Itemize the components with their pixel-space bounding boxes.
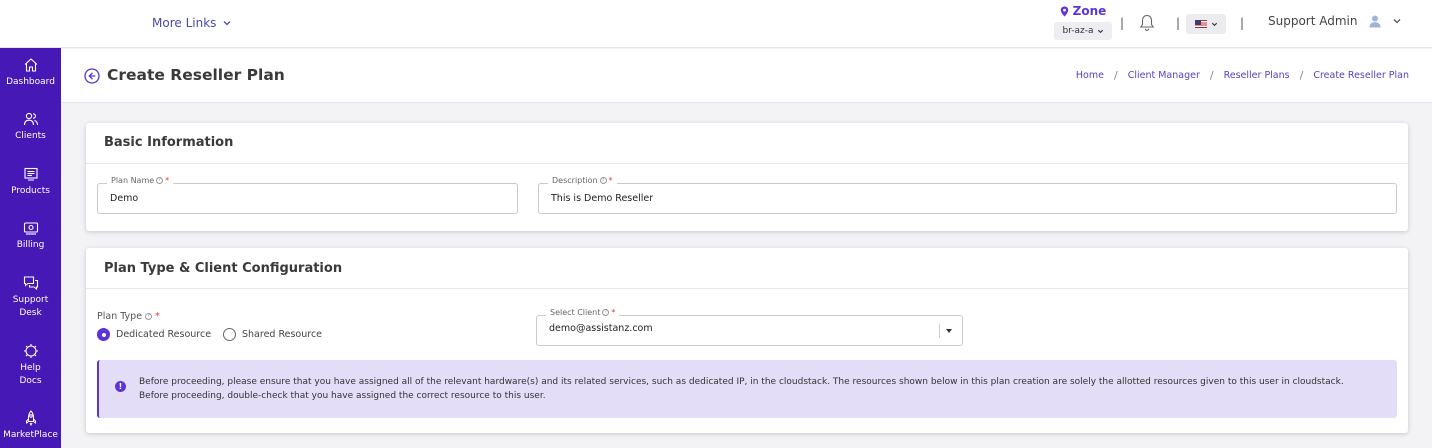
plan-type-label-text: Plan Type (97, 311, 143, 322)
breadcrumb-separator: / (1299, 69, 1304, 82)
description-field: Description ? * (538, 176, 1397, 214)
help-gear-icon (23, 344, 38, 358)
caret-down-icon[interactable] (946, 329, 952, 333)
chevron-down-icon (223, 21, 231, 26)
sidebar-item-billing[interactable]: Billing (0, 220, 61, 252)
divider (86, 163, 1408, 164)
more-links-label: More Links (152, 16, 217, 30)
breadcrumb-current: Create Reseller Plan (1313, 70, 1409, 81)
radio-shared-resource[interactable]: Shared Resource (223, 328, 322, 341)
required-mark: * (608, 176, 613, 185)
header-separator: | (1120, 16, 1125, 30)
zone-value: br-az-a (1062, 26, 1094, 36)
plan-name-label-text: Plan Name (111, 176, 155, 185)
sidebar-item-label: Products (11, 186, 50, 196)
home-icon (24, 58, 37, 72)
zone-heading: Zone (1054, 4, 1112, 18)
more-links-dropdown[interactable]: More Links (152, 16, 232, 30)
radio-label: Dedicated Resource (116, 329, 212, 340)
back-arrow-icon[interactable] (84, 68, 100, 84)
users-icon (23, 112, 38, 126)
breadcrumb-home[interactable]: Home (1076, 70, 1104, 81)
help-icon[interactable]: ? (145, 313, 153, 320)
info-alert: ! Before proceeding, please ensure that … (97, 360, 1397, 418)
header-separator: | (1176, 16, 1181, 30)
breadcrumb-separator: / (1113, 69, 1118, 82)
breadcrumb-reseller-plans[interactable]: Reseller Plans (1224, 70, 1290, 81)
billing-icon (23, 222, 38, 235)
zone-selector: Zone br-az-a (1054, 4, 1112, 40)
sidebar-item-marketplace[interactable]: MarketPlace (0, 410, 61, 442)
alert-message: Before proceeding, please ensure that yo… (139, 377, 1344, 401)
sidebar-item-dashboard[interactable]: Dashboard (0, 57, 61, 89)
header-separator: | (1240, 16, 1245, 30)
sidebar-item-label: Desk (19, 308, 42, 318)
language-dropdown[interactable] (1186, 14, 1226, 34)
required-mark: * (611, 308, 616, 317)
section-title: Basic Information (104, 135, 234, 150)
zone-dropdown[interactable]: br-az-a (1054, 22, 1112, 40)
radio-dedicated-resource[interactable]: Dedicated Resource (97, 328, 211, 341)
sidebar-item-label: Dashboard (6, 77, 55, 87)
sidebar-item-label: Docs (19, 376, 42, 386)
select-divider (939, 324, 940, 338)
us-flag-icon (1194, 20, 1207, 28)
breadcrumb-client-manager[interactable]: Client Manager (1128, 70, 1200, 81)
sidebar-item-products[interactable]: Products (0, 166, 61, 198)
chevron-down-icon (1211, 22, 1217, 26)
description-input[interactable] (551, 193, 1368, 204)
breadcrumb: Home / Client Manager / Reseller Plans /… (1076, 69, 1409, 82)
basic-information-card: Basic Information Plan Name ? * Descript… (86, 123, 1408, 231)
description-label-text: Description (552, 176, 598, 185)
radio-button-checked[interactable] (97, 328, 110, 341)
help-icon[interactable]: ? (602, 309, 610, 316)
section-title: Plan Type & Client Configuration (104, 261, 343, 276)
products-icon (23, 167, 38, 181)
page-header: Create Reseller Plan Home / Client Manag… (61, 49, 1432, 103)
plan-configuration-card: Plan Type & Client Configuration Plan Ty… (86, 248, 1408, 433)
user-avatar-icon (1369, 15, 1380, 28)
select-client-dropdown[interactable]: Select Client ? * demo@assistanz.com (536, 308, 963, 346)
plan-name-input[interactable] (110, 193, 489, 204)
location-pin-icon (1060, 6, 1068, 16)
info-icon: ! (115, 381, 126, 392)
help-icon[interactable]: ? (599, 177, 607, 184)
required-mark: * (155, 311, 160, 322)
select-client-value: demo@assistanz.com (549, 323, 653, 334)
breadcrumb-separator: / (1209, 69, 1214, 82)
top-bar: More Links Zone br-az-a | | | Support Ad… (0, 0, 1432, 48)
user-menu[interactable]: Support Admin (1268, 14, 1402, 28)
plan-type-label: Plan Type ? * (97, 311, 160, 322)
sidebar-item-label: Billing (16, 240, 45, 250)
sidebar-item-label: Clients (15, 131, 46, 141)
sidebar-item-support-desk[interactable]: Support Desk (0, 275, 61, 320)
help-icon[interactable]: ? (156, 177, 164, 184)
chat-icon (23, 276, 38, 291)
radio-label: Shared Resource (242, 329, 323, 340)
select-client-label: Select Client ? * (546, 308, 620, 317)
plan-name-label: Plan Name ? * (107, 176, 174, 185)
chevron-down-icon (1393, 19, 1400, 24)
sidebar: Dashboard Clients Products Billing Suppo… (0, 48, 61, 448)
rocket-icon (25, 410, 36, 426)
select-client-label-text: Select Client (550, 308, 601, 317)
divider (86, 288, 1408, 289)
required-mark: * (165, 176, 170, 185)
plan-name-field: Plan Name ? * (97, 176, 518, 214)
bell-icon[interactable] (1139, 14, 1155, 32)
sidebar-item-label: MarketPlace (3, 430, 58, 440)
sidebar-item-help-docs[interactable]: Help Docs (0, 343, 61, 388)
zone-label: Zone (1072, 4, 1107, 18)
page-title: Create Reseller Plan (107, 66, 285, 84)
user-name: Support Admin (1268, 14, 1358, 28)
sidebar-item-label: Support (12, 295, 49, 305)
chevron-down-icon (1097, 29, 1103, 33)
sidebar-item-clients[interactable]: Clients (0, 111, 61, 143)
description-label: Description ? * (548, 176, 617, 185)
sidebar-item-label: Help (20, 363, 41, 373)
radio-button[interactable] (223, 328, 236, 341)
